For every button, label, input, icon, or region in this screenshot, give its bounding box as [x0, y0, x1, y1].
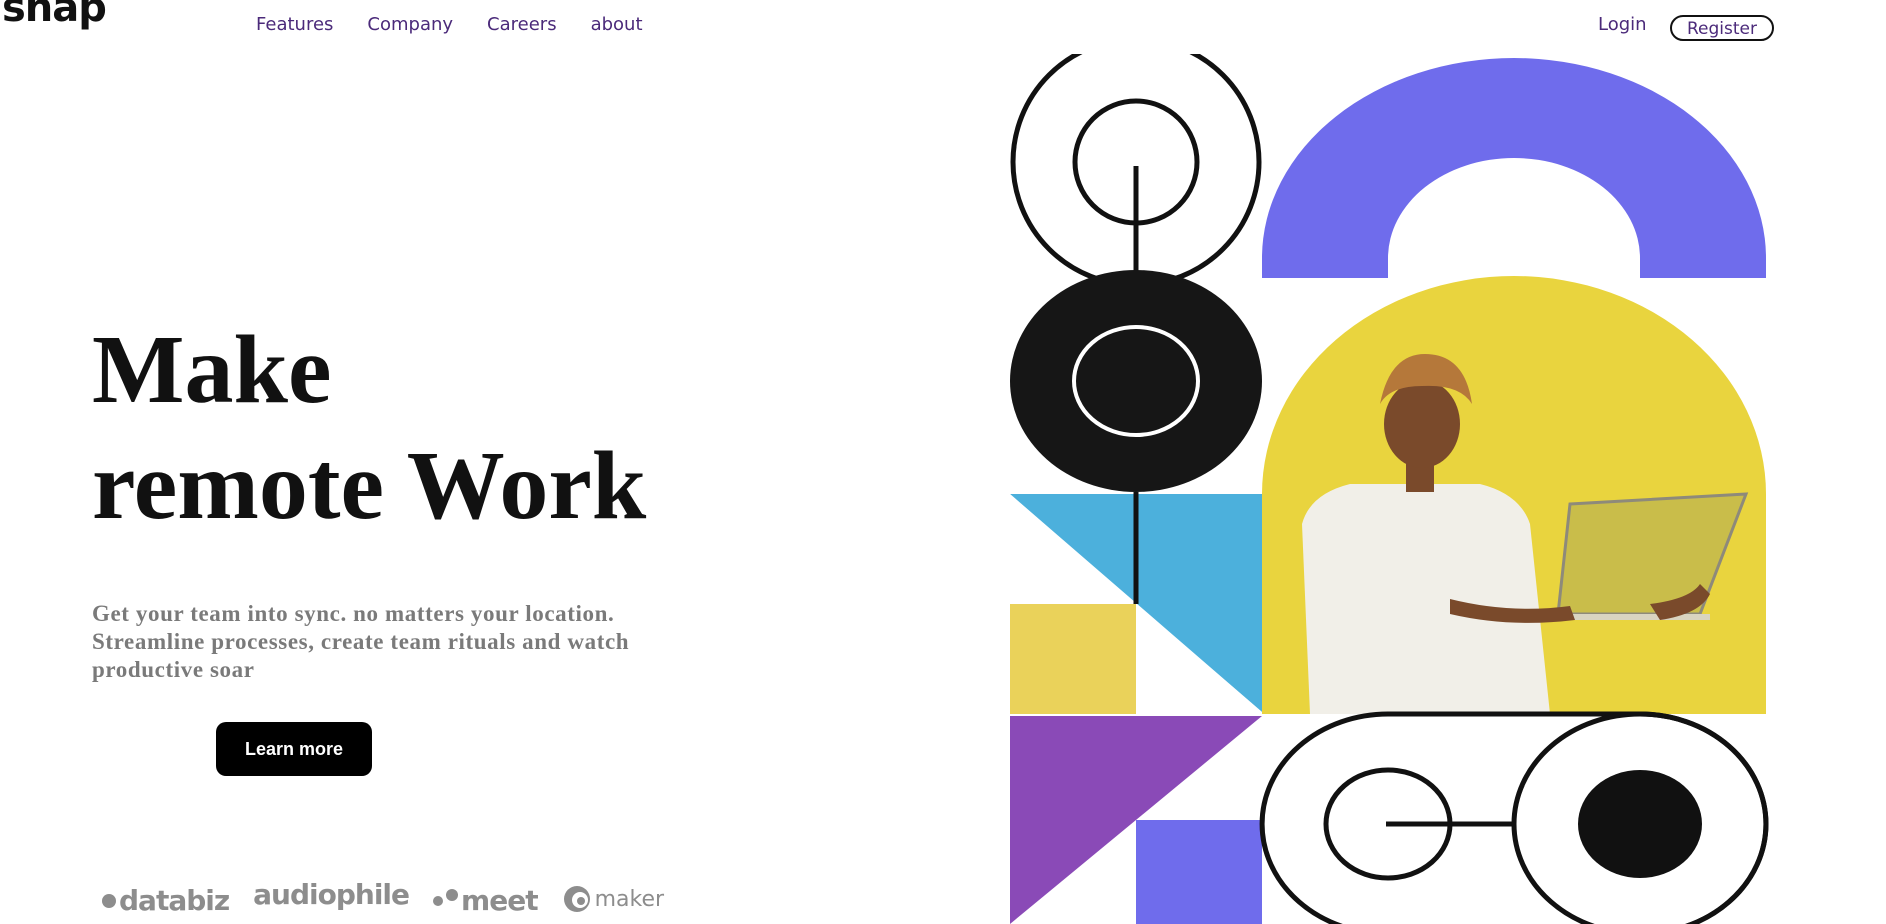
- nav-link-company[interactable]: Company: [367, 14, 453, 35]
- purple-arch-graphic: [1262, 58, 1766, 278]
- hero-title-line-1: Make: [92, 316, 332, 424]
- maker-logo-icon: maker: [562, 884, 664, 914]
- register-button[interactable]: Register: [1670, 15, 1774, 41]
- main-nav: Features Company Careers about: [256, 14, 677, 35]
- login-link[interactable]: Login: [1598, 14, 1647, 35]
- databiz-logo-icon: databiz: [102, 884, 230, 917]
- site-logo[interactable]: snap: [2, 0, 107, 28]
- hero-title-line-2: remote Work: [92, 432, 647, 540]
- yellow-square-graphic: [1010, 604, 1136, 714]
- meet-dot-icon: [433, 895, 444, 906]
- audiophile-logo-icon: audiophile: [253, 878, 410, 911]
- maker-swirl-icon: [563, 886, 590, 912]
- nav-link-careers[interactable]: Careers: [487, 14, 557, 35]
- nav-link-features[interactable]: Features: [256, 14, 333, 35]
- meet-logo-icon: meet: [433, 884, 539, 917]
- hero-illustration: [1010, 54, 1769, 924]
- meet-label: meet: [461, 884, 539, 917]
- top-circles-graphic: [1010, 54, 1262, 288]
- hero-subtitle: Get your team into sync. no matters your…: [92, 601, 630, 682]
- purple-block-graphic: [1136, 820, 1262, 924]
- client-logos: databiz audiophile meet maker: [102, 878, 664, 917]
- black-disc-graphic: [1010, 270, 1262, 492]
- maker-label: maker: [594, 886, 665, 912]
- learn-more-button[interactable]: Learn more: [216, 722, 372, 776]
- bottom-circles-graphic: [1259, 711, 1769, 924]
- databiz-label: databiz: [119, 884, 230, 917]
- photo-arch: [1262, 276, 1766, 714]
- audiophile-label: audiophile: [253, 878, 410, 911]
- databiz-dot-icon: [102, 893, 116, 908]
- nav-link-about[interactable]: about: [591, 14, 643, 35]
- meet-dot2-icon: [446, 888, 459, 901]
- hero-title: Make remote Work: [92, 312, 712, 544]
